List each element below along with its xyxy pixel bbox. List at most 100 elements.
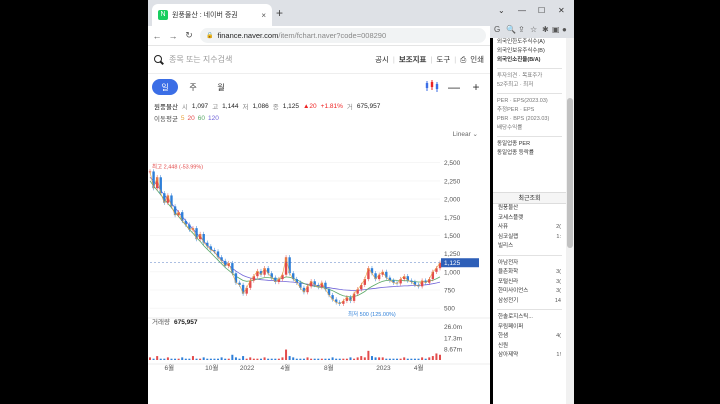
menu-disclosure[interactable]: 공시 — [375, 54, 389, 65]
price-chart[interactable]: 2,500 2,250 2,000 1,750 1,500 1,250 1,000 750 50… — [148, 146, 490, 404]
recent-item[interactable]: 한미사이언스 3( — [493, 287, 566, 297]
address-bar[interactable]: 🔒 finance.naver.com/item/fchart.naver?co… — [200, 28, 486, 43]
volume-bar — [288, 356, 291, 360]
zoom-out-icon[interactable]: — — [444, 80, 464, 94]
recent-item[interactable]: 아남전자 — [493, 259, 566, 269]
volume-bar — [367, 350, 370, 360]
extensions-icon[interactable]: ✱ — [542, 25, 549, 34]
recent-views-header[interactable]: 최근조회 — [493, 192, 566, 204]
google-icon[interactable]: G — [494, 25, 500, 34]
close-window-icon[interactable]: ✕ — [558, 6, 565, 15]
maximize-icon[interactable]: ☐ — [538, 6, 545, 15]
page-scrollbar[interactable] — [566, 38, 574, 404]
sector-per: 동일업종 PER — [497, 141, 531, 147]
browser-tab[interactable]: N 원풍물산 : 네이버 증권 × — [152, 4, 272, 26]
volume-bar — [234, 357, 237, 360]
volume-bar — [324, 358, 327, 360]
volume-bar — [421, 357, 424, 360]
top-menu: 공시 | 보조지표 | 도구 | ⎙ 인쇄 — [375, 54, 484, 65]
recent-item-name: 포털신라 — [498, 278, 519, 285]
share-icon[interactable]: ⇪ — [518, 25, 525, 34]
volume-bar — [156, 356, 159, 360]
volume-bar — [417, 358, 420, 360]
recent-item[interactable]: 신원 — [493, 342, 566, 352]
recent-item[interactable]: 심코실랩 1: — [493, 233, 566, 243]
recent-list-1: 원풍물산 코세스플랫 사퓨 2(심코실랩 1: 빌리스 — [493, 204, 566, 252]
period-week-button[interactable]: 주 — [180, 79, 206, 95]
x-tick-label: 6월 — [165, 363, 175, 372]
dividend-yield: 배당수익률 — [497, 125, 523, 131]
scrollbar-thumb[interactable] — [567, 98, 573, 248]
price-tick-label: 1,000 — [444, 269, 461, 276]
recent-item[interactable]: 빌리스 — [493, 242, 566, 252]
forward-icon[interactable]: → — [168, 31, 178, 41]
back-icon[interactable]: ← — [152, 31, 162, 41]
candle-body — [173, 206, 177, 216]
volume-bar — [403, 357, 406, 360]
moving-average-legend[interactable]: 이동평균 5 20 60 120 — [148, 112, 490, 124]
volume-bar — [188, 358, 191, 360]
reload-icon[interactable]: ↻ — [184, 30, 194, 41]
zoom-in-icon[interactable]: + — [466, 80, 486, 94]
screen: N 원풍물산 : 네이버 증권 × + ← → ↻ 🔒 finance.nave… — [0, 0, 720, 404]
recent-item[interactable]: 삼성전기 14 — [493, 297, 566, 307]
volume-bar — [292, 357, 295, 360]
recent-item[interactable]: 포털신라 3( — [493, 278, 566, 288]
minimize-icon[interactable]: — — [518, 6, 526, 15]
search-input[interactable]: 종목 또는 지수검색 — [169, 54, 375, 65]
recent-item[interactable]: 율촌화학 3( — [493, 268, 566, 278]
price-tick-label: 2,500 — [444, 160, 461, 167]
volume-bar — [249, 357, 252, 360]
profile-avatar-icon[interactable]: ● — [562, 25, 567, 34]
search-icon[interactable] — [154, 54, 164, 65]
change-percent: +1.81% — [320, 102, 343, 110]
divider — [497, 254, 562, 256]
tab-search-icon[interactable]: ⌄ — [498, 6, 505, 15]
menu-print[interactable]: 인쇄 — [470, 54, 484, 65]
volume-bar — [184, 358, 187, 360]
x-tick-label: 4월 — [414, 363, 424, 372]
new-tab-button[interactable]: + — [276, 6, 283, 20]
volume-bar — [313, 358, 316, 360]
recent-item-name: 신원 — [498, 342, 509, 349]
volume-bar — [302, 358, 305, 360]
scale-selector[interactable]: Linear ⌄ — [453, 130, 478, 138]
sidebar-icon[interactable]: ▣ — [552, 25, 560, 34]
recent-item[interactable]: 사퓨 2( — [493, 223, 566, 233]
print-icon[interactable]: ⎙ — [460, 55, 466, 65]
menu-separator: | — [392, 55, 395, 64]
x-tick-label: 10월 — [205, 363, 218, 372]
candle-type-icon[interactable] — [422, 79, 442, 95]
volume-bar — [428, 357, 431, 360]
volume-bar — [195, 358, 198, 360]
ma-label: 이동평균 — [154, 116, 178, 123]
foreign-ratio: 외국인소진율(B/A) — [497, 57, 541, 63]
tab-close-icon[interactable]: × — [261, 11, 266, 20]
recent-item[interactable]: 무림페이퍼 — [493, 323, 566, 333]
menu-tools[interactable]: 도구 — [436, 54, 450, 65]
sector-change: 동일업종 등락률 — [497, 150, 534, 156]
recent-item-name: 삼아제약 — [498, 352, 519, 358]
recent-item-value: 2( — [556, 224, 561, 230]
recent-item[interactable]: 한솔로지스틱... — [493, 313, 566, 323]
recent-item[interactable]: 코세스플랫 — [493, 214, 566, 224]
recent-item[interactable]: 원풍물산 — [493, 204, 566, 214]
bookmark-star-icon[interactable]: ☆ — [530, 25, 537, 34]
volume-bar — [263, 357, 266, 360]
volume-bar — [277, 358, 280, 360]
52week-range: 52주최고 · 최저 — [497, 82, 534, 88]
volume-bar — [231, 354, 234, 360]
low-value: 1,086 — [252, 102, 269, 110]
volume-bar — [328, 358, 331, 360]
recent-item[interactable]: 한샘 4( — [493, 332, 566, 342]
period-day-button[interactable]: 일 — [152, 79, 178, 95]
lock-icon: 🔒 — [206, 33, 214, 39]
recent-item-name: 삼성전기 — [498, 297, 519, 304]
recent-item-value: 1: — [556, 233, 561, 240]
zoom-icon[interactable]: 🔍 — [506, 25, 516, 34]
period-month-button[interactable]: 월 — [208, 79, 234, 95]
menu-indicators[interactable]: 보조지표 — [399, 54, 427, 65]
volume-bar — [181, 357, 184, 360]
recent-item[interactable]: 삼아제약 1! — [493, 351, 566, 361]
price-tick-label: 500 — [444, 306, 455, 313]
